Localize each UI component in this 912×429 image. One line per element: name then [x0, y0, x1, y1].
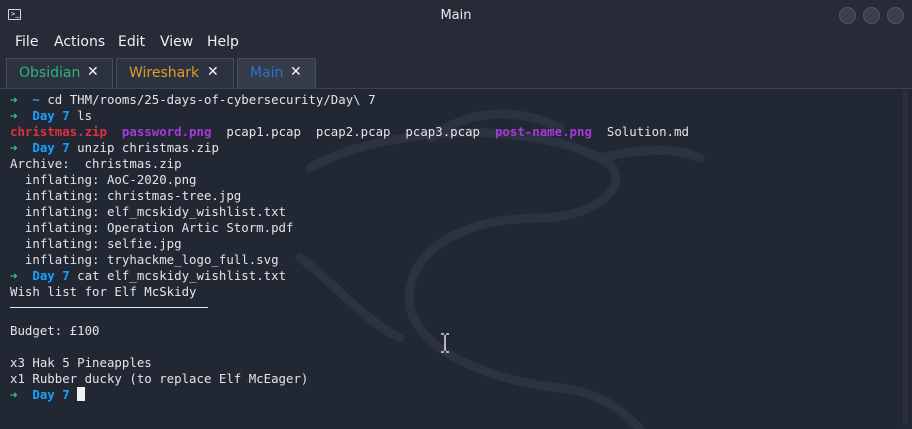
output-text: Budget: £100	[10, 323, 100, 338]
prompt-directory: Day 7	[32, 108, 70, 123]
prompt-directory: ~	[32, 92, 40, 107]
output-text: inflating: AoC-2020.png	[10, 172, 197, 187]
tab-obsidian[interactable]: Obsidian ✕	[6, 58, 113, 88]
menu-view[interactable]: View	[160, 34, 193, 50]
terminal-line: inflating: christmas-tree.jpg	[10, 188, 689, 204]
terminal-line: inflating: elf_mcskidy_wishlist.txt	[10, 204, 689, 220]
output-text: inflating: elf_mcskidy_wishlist.txt	[10, 204, 287, 219]
terminal-line: ➜ ~ cd THM/rooms/25-days-of-cybersecurit…	[10, 92, 689, 108]
ls-entry: pcap3.pcap	[405, 124, 481, 139]
title-bar: >_ Main	[0, 0, 912, 31]
minimize-button[interactable]	[839, 7, 856, 24]
scrollbar[interactable]	[903, 90, 908, 425]
output-text: inflating: Operation Artic Storm.pdf	[10, 220, 294, 235]
terminal-line: inflating: Operation Artic Storm.pdf	[10, 220, 689, 236]
terminal-window: >_ Main File Actions Edit View Help Obsi…	[0, 0, 912, 429]
ls-entry: password.png	[121, 124, 212, 139]
ls-entry: christmas.zip	[10, 124, 107, 139]
terminal-output[interactable]: ➜ ~ cd THM/rooms/25-days-of-cybersecurit…	[10, 92, 689, 403]
menu-file[interactable]: File	[15, 34, 38, 50]
terminal-line: x1 Rubber ducky (to replace Elf McEager)	[10, 371, 689, 387]
close-button[interactable]	[887, 7, 904, 24]
terminal-line: ➜ Day 7	[10, 387, 689, 403]
output-text: inflating: christmas-tree.jpg	[10, 188, 242, 203]
tab-bar: Obsidian ✕ Wireshark ✕ Main ✕	[0, 56, 912, 89]
terminal-line: Wish list for Elf McSkidy	[10, 284, 689, 300]
tab-close-icon[interactable]: ✕	[87, 64, 99, 80]
terminal-line: ➜ Day 7 ls	[10, 108, 689, 124]
prompt-arrow-icon: ➜	[10, 140, 18, 155]
prompt-command: ls	[77, 108, 93, 123]
output-text: x1 Rubber ducky (to replace Elf McEager)	[10, 371, 309, 386]
prompt-directory: Day 7	[32, 268, 70, 283]
menu-bar: File Actions Edit View Help	[0, 31, 912, 56]
prompt-arrow-icon: ➜	[10, 387, 18, 402]
tab-close-icon[interactable]: ✕	[290, 64, 302, 80]
maximize-button[interactable]	[863, 7, 880, 24]
window-title: Main	[440, 8, 472, 23]
terminal-line: inflating: AoC-2020.png	[10, 172, 689, 188]
tab-close-icon[interactable]: ✕	[207, 64, 219, 80]
output-text: inflating: selfie.jpg	[10, 236, 182, 251]
tab-label: Wireshark	[129, 65, 200, 81]
terminal-line: Budget: £100	[10, 323, 689, 339]
output-text: Wish list for Elf McSkidy	[10, 284, 197, 299]
prompt-command: cat elf_mcskidy_wishlist.txt	[77, 268, 287, 283]
terminal-line: ➜ Day 7 unzip christmas.zip	[10, 140, 689, 156]
terminal-line: christmas.zip password.png pcap1.pcap pc…	[10, 124, 689, 140]
terminal-line: ➜ Day 7 cat elf_mcskidy_wishlist.txt	[10, 268, 689, 284]
text-cursor-icon	[441, 333, 449, 353]
prompt-arrow-icon: ➜	[10, 92, 18, 107]
menu-help[interactable]: Help	[207, 34, 239, 50]
tab-label: Obsidian	[19, 65, 81, 81]
output-text: inflating: tryhackme_logo_full.svg	[10, 252, 279, 267]
divider-rule	[10, 307, 208, 308]
terminal-cursor	[77, 387, 86, 401]
prompt-arrow-icon: ➜	[10, 108, 18, 123]
output-text: Archive: christmas.zip	[10, 156, 182, 171]
terminal-line: inflating: selfie.jpg	[10, 236, 689, 252]
tab-label: Main	[250, 65, 284, 81]
prompt-command: unzip christmas.zip	[77, 140, 219, 155]
ls-entry: pcap1.pcap	[226, 124, 301, 139]
prompt-command: cd THM/rooms/25-days-of-cybersecurity/Da…	[47, 92, 376, 107]
ls-entry: pcap2.pcap	[315, 124, 391, 139]
prompt-directory: Day 7	[32, 140, 70, 155]
terminal-line: inflating: tryhackme_logo_full.svg	[10, 252, 689, 268]
output-text: x3 Hak 5 Pineapples	[10, 355, 152, 370]
ls-entry: post-name.png	[494, 124, 592, 139]
terminal-line: Archive: christmas.zip	[10, 156, 689, 172]
terminal-line	[10, 307, 689, 323]
tab-main[interactable]: Main ✕	[237, 58, 316, 88]
menu-actions[interactable]: Actions	[54, 34, 105, 50]
terminal-line: x3 Hak 5 Pineapples	[10, 355, 689, 371]
prompt-directory: Day 7	[32, 387, 70, 402]
prompt-arrow-icon: ➜	[10, 268, 18, 283]
tab-wireshark[interactable]: Wireshark ✕	[116, 58, 234, 88]
menu-edit[interactable]: Edit	[118, 34, 145, 50]
ls-entry: Solution.md	[606, 124, 689, 139]
